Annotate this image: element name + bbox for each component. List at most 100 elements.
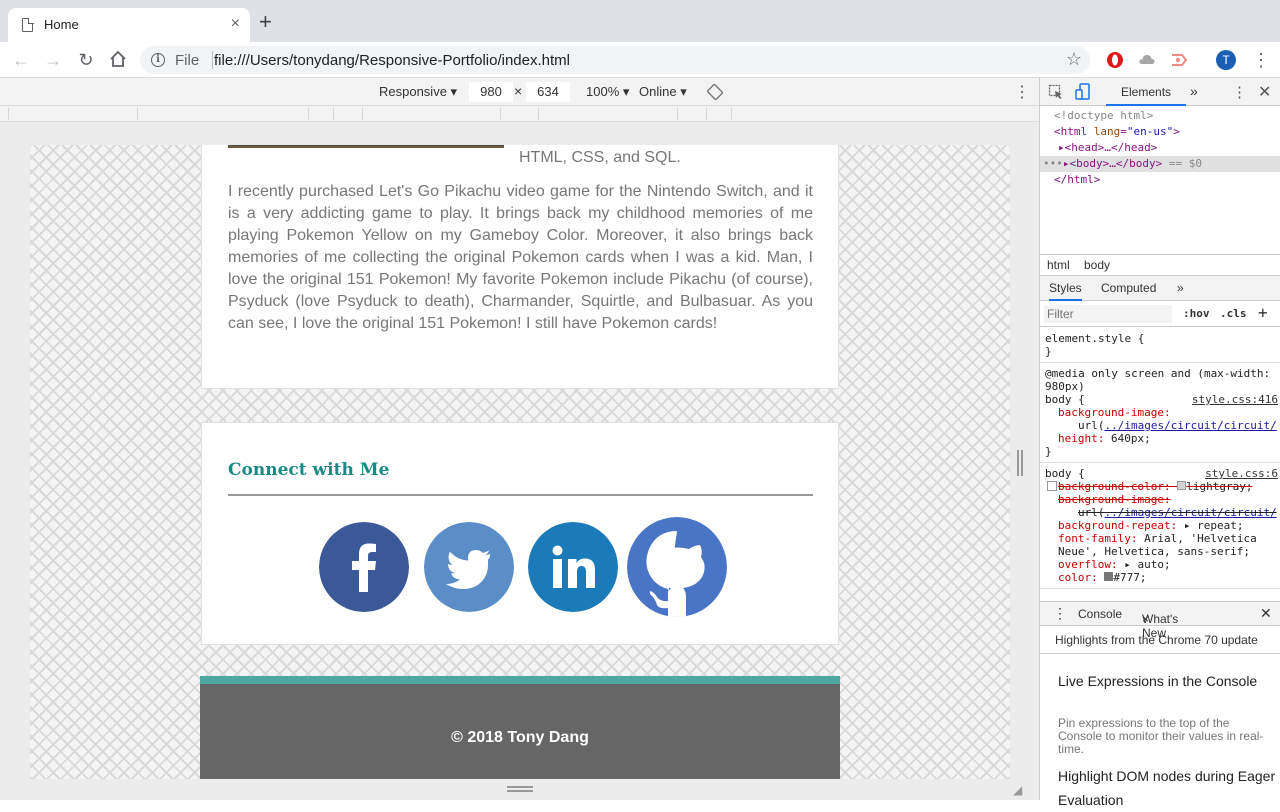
dom-head-node[interactable]: ▸<head>…</head> xyxy=(1040,140,1280,156)
html-open-tag: <html xyxy=(1054,125,1088,138)
browser-toolbar: ← → ↻ i File file:///Users/tonydang/Resp… xyxy=(0,42,1280,78)
url-link[interactable]: ../images/circuit/circuit/ xyxy=(1105,419,1277,432)
viewport-height-input[interactable]: 634 xyxy=(526,82,570,102)
prop-height[interactable]: height: xyxy=(1058,432,1104,445)
whats-new-close[interactable]: × xyxy=(1142,612,1149,626)
opera-extension-icon[interactable] xyxy=(1106,51,1124,69)
forward-icon[interactable]: → xyxy=(43,50,63,70)
twitter-icon[interactable] xyxy=(424,522,514,612)
info-icon[interactable]: i xyxy=(151,53,165,67)
media-body-rule[interactable]: @media only screen and (max-width: 980px… xyxy=(1040,363,1280,463)
profile-avatar[interactable]: T xyxy=(1216,50,1236,70)
devtools-panel: Elements » ⋮ ✕ <!doctype html> <html lan… xyxy=(1039,78,1280,808)
media-query-bar[interactable] xyxy=(0,106,1039,122)
tab-elements[interactable]: Elements xyxy=(1106,78,1187,106)
zoom-select[interactable]: 100% ▾ xyxy=(586,84,629,100)
home-icon[interactable] xyxy=(108,50,128,70)
crumb-body[interactable]: body xyxy=(1084,258,1110,272)
bg-repeat-value[interactable]: ▸ repeat; xyxy=(1184,519,1244,532)
rendered-page: HTML, CSS, and SQL. I recently purchased… xyxy=(30,145,1010,779)
source-link-416[interactable]: style.css:416 xyxy=(1192,393,1278,406)
element-style-rule[interactable]: element.style { } xyxy=(1040,328,1280,363)
network-throttle-select[interactable]: Online ▾ xyxy=(639,84,687,100)
tab-styles[interactable]: Styles xyxy=(1049,281,1082,301)
media-query: @media only screen and (max-width: 980px… xyxy=(1045,367,1271,393)
whats-new-item-title[interactable]: Highlight DOM nodes during Eager Evaluat… xyxy=(1058,764,1278,812)
cloud-extension-icon[interactable] xyxy=(1138,51,1156,69)
device-toggle-icon[interactable] xyxy=(1075,83,1091,101)
rule-close: } xyxy=(1045,445,1052,458)
url-text[interactable]: file:///Users/tonydang/Responsive-Portfo… xyxy=(214,52,570,69)
styles-pane: element.style { } @media only screen and… xyxy=(1040,328,1280,598)
bookmark-star-icon[interactable]: ☆ xyxy=(1066,49,1082,70)
body-rule[interactable]: body { style.css:6 background-color: ligh… xyxy=(1040,463,1280,589)
skills-text: HTML, CSS, and SQL. xyxy=(519,149,681,166)
element-style-selector: element.style { xyxy=(1045,332,1145,345)
new-rule-button[interactable]: + xyxy=(1258,303,1268,322)
whats-new-item-desc: Pin expressions to the top of the Consol… xyxy=(1058,716,1264,756)
devtools-tab-bar: Elements » ⋮ ✕ xyxy=(1040,78,1280,106)
color-swatch[interactable] xyxy=(1177,481,1187,490)
address-bar[interactable]: i File file:///Users/tonydang/Responsive… xyxy=(140,46,1090,74)
back-icon[interactable]: ← xyxy=(11,50,31,70)
tab-close-button[interactable]: × xyxy=(231,15,240,33)
tab-computed[interactable]: Computed xyxy=(1101,281,1156,295)
url-link-overridden[interactable]: ../images/circuit/circuit/ xyxy=(1105,506,1277,519)
connect-card: Connect with Me xyxy=(201,422,839,645)
styles-filter-input[interactable] xyxy=(1044,305,1172,323)
dom-html-node[interactable]: <html lang="en-us"> xyxy=(1040,124,1280,140)
devtools-menu-icon[interactable]: ⋮ xyxy=(1232,83,1247,101)
hover-state-toggle[interactable]: :hov xyxy=(1183,307,1210,320)
prop-font-family[interactable]: font-family: xyxy=(1058,532,1137,545)
browser-menu-icon[interactable]: ⋮ xyxy=(1252,50,1270,70)
body-selector: body { xyxy=(1045,467,1085,480)
rotate-icon[interactable] xyxy=(707,84,723,100)
new-tab-button[interactable]: + xyxy=(259,11,272,33)
body-tag: ▸<body>…</body> xyxy=(1062,157,1163,170)
url-scheme: File xyxy=(175,52,200,69)
drawer-menu-icon[interactable]: ⋮ xyxy=(1053,605,1067,622)
prop-background-image-overridden[interactable]: background-image: xyxy=(1045,493,1276,506)
page-icon xyxy=(22,17,34,32)
tab-title: Home xyxy=(44,17,79,32)
inspect-element-icon[interactable] xyxy=(1048,84,1064,100)
viewport-resize-handle-right[interactable] xyxy=(1017,450,1023,476)
prop-background-image[interactable]: background-image: xyxy=(1045,406,1276,419)
prop-color[interactable]: color: xyxy=(1058,571,1098,584)
drawer-close-icon[interactable]: ✕ xyxy=(1260,605,1272,622)
device-toolbar-menu-icon[interactable]: ⋮ xyxy=(1014,82,1030,102)
browser-tab[interactable]: Home × xyxy=(8,8,250,42)
crumb-html[interactable]: html xyxy=(1047,258,1070,272)
viewport-width-input[interactable]: 980 xyxy=(469,82,513,102)
tab-console[interactable]: Console xyxy=(1078,607,1122,621)
overflow-value[interactable]: ▸ auto; xyxy=(1124,558,1170,571)
more-subtabs-button[interactable]: » xyxy=(1177,281,1184,295)
reload-icon[interactable]: ↻ xyxy=(76,50,96,70)
viewport-resize-corner[interactable]: ◢ xyxy=(1013,784,1025,796)
more-tabs-button[interactable]: » xyxy=(1190,83,1198,99)
viewport-resize-handle-bottom[interactable] xyxy=(507,786,533,792)
color-value[interactable]: #777; xyxy=(1113,571,1146,584)
prop-overflow[interactable]: overflow: xyxy=(1058,558,1118,571)
device-mode-select[interactable]: Responsive ▾ xyxy=(379,84,457,100)
bg-color-value[interactable]: lightgray; xyxy=(1186,480,1252,493)
whats-new-item-title[interactable]: Live Expressions in the Console xyxy=(1058,669,1258,693)
height-value[interactable]: 640px; xyxy=(1111,432,1151,445)
cast-extension-icon[interactable] xyxy=(1170,51,1188,69)
styles-filter-row: :hov .cls + xyxy=(1040,302,1280,327)
prop-background-repeat[interactable]: background-repeat: xyxy=(1058,519,1177,532)
device-toolbar: Responsive ▾ 980 × 634 100% ▾ Online ▾ ⋮ xyxy=(0,78,1039,106)
devtools-close-icon[interactable]: ✕ xyxy=(1258,82,1271,102)
heading-divider xyxy=(228,494,813,496)
dom-doctype[interactable]: <!doctype html> xyxy=(1040,108,1280,124)
linkedin-icon[interactable] xyxy=(528,522,618,612)
dom-body-node[interactable]: •••▸<body>…</body> == $0 xyxy=(1040,156,1280,172)
facebook-icon[interactable] xyxy=(319,522,409,612)
property-checkbox[interactable] xyxy=(1047,481,1057,491)
class-toggle[interactable]: .cls xyxy=(1220,307,1247,320)
github-icon[interactable] xyxy=(627,517,727,617)
rule-close: } xyxy=(1045,345,1052,358)
dom-html-close[interactable]: </html> xyxy=(1040,172,1280,188)
prop-background-color[interactable]: background-color: xyxy=(1058,480,1171,493)
source-link-6[interactable]: style.css:6 xyxy=(1205,467,1278,480)
